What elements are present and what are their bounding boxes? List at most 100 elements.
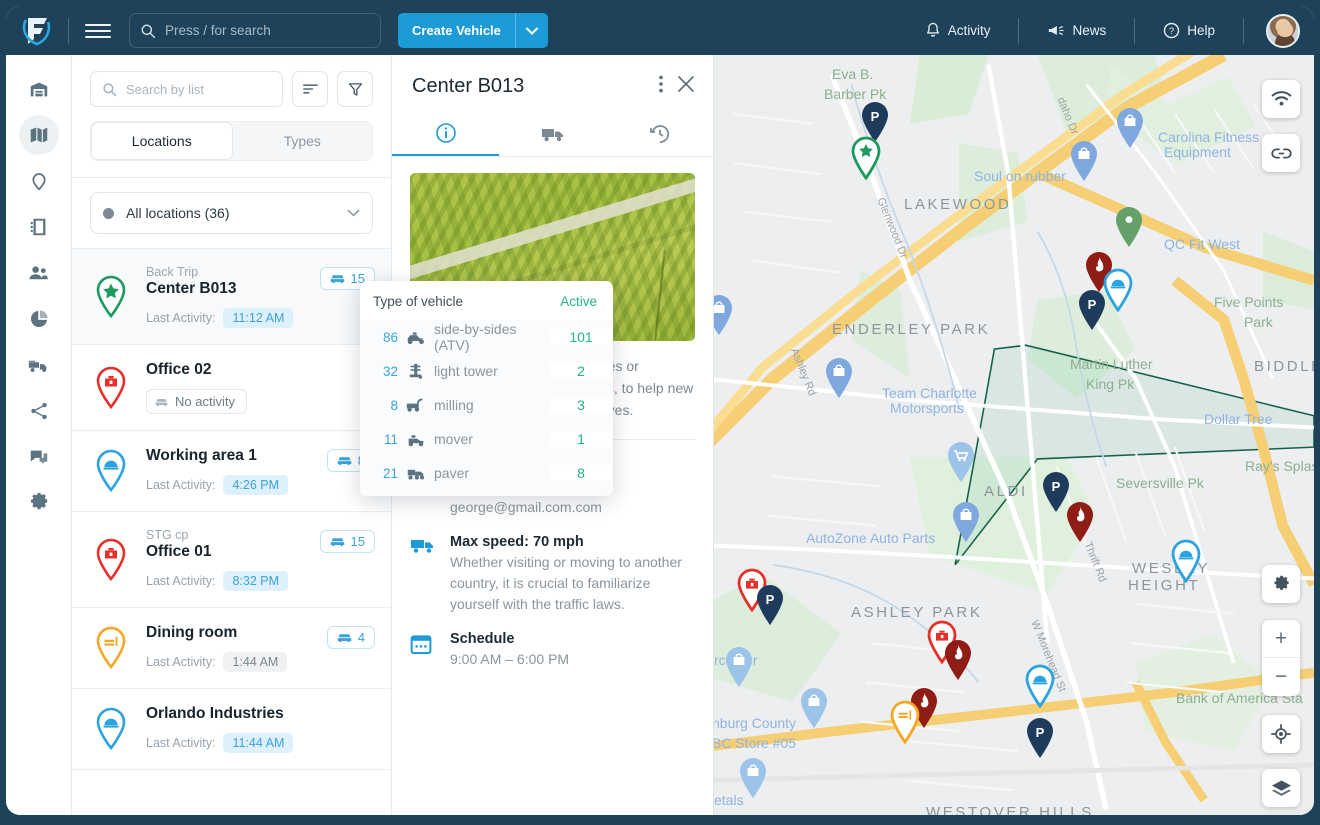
vehicle-count-value: 15 [350, 534, 365, 549]
popup-row[interactable]: 11 mover 1 [360, 422, 613, 456]
list-item[interactable]: Dining room Last Activity: 1:44 AM 4 [72, 608, 391, 689]
map-marker-shop[interactable] [949, 500, 983, 544]
activity-time: 1:44 AM [223, 652, 288, 672]
location-pin-icon [90, 624, 132, 672]
sort-icon [302, 84, 318, 94]
map-marker-shop[interactable] [1067, 139, 1101, 183]
avatar[interactable] [1266, 13, 1300, 48]
zoom-out-label: − [1274, 665, 1288, 688]
map-marker-shop[interactable] [1113, 106, 1147, 150]
help-button[interactable]: ? Help [1147, 22, 1231, 39]
detail-tabs [392, 112, 713, 157]
search-input[interactable]: Search by list [90, 71, 283, 107]
map-marker-helmet[interactable] [1169, 539, 1203, 583]
popup-row[interactable]: 32 light tower 2 [360, 354, 613, 388]
sort-button[interactable] [292, 71, 328, 107]
map-marker-shop[interactable] [722, 645, 756, 689]
tab-history[interactable] [606, 112, 713, 156]
sidebar-item-map[interactable] [18, 115, 59, 155]
all-locations-select[interactable]: All locations (36) [90, 192, 373, 234]
news-button[interactable]: News [1031, 23, 1122, 38]
gear-icon [1274, 575, 1289, 590]
tab-vehicles[interactable] [499, 112, 606, 156]
create-vehicle-button[interactable]: Create Vehicle [398, 13, 548, 48]
sidebar-item-messages[interactable] [19, 437, 59, 477]
paver-icon [398, 466, 434, 481]
list-item-main: Office 02 No activity [146, 361, 375, 414]
list-item[interactable]: Office 02 No activity [72, 345, 391, 431]
sidebar-item-reports[interactable] [19, 299, 59, 339]
sidebar-item-users[interactable] [19, 253, 59, 293]
list-item[interactable]: STG cp Office 01 Last Activity: 8:32 PM … [72, 512, 391, 608]
list-item[interactable]: Working area 1 Last Activity: 4:26 PM 8 [72, 431, 391, 512]
wifi-button[interactable] [1262, 80, 1300, 118]
vehicle-count-badge[interactable]: 15 [319, 530, 375, 553]
global-search-input[interactable]: Press / for search [129, 13, 381, 48]
map-marker-park[interactable] [1112, 205, 1146, 249]
sidebar-item-share[interactable] [19, 391, 59, 431]
zoom-controls[interactable]: + − [1262, 620, 1300, 696]
popup-row-active: 8 [549, 465, 613, 481]
tab-types[interactable]: Types [233, 122, 373, 160]
vehicle-count-value: 4 [357, 630, 365, 645]
list-item[interactable]: Back Trip Center B013 Last Activity: 11:… [72, 249, 391, 345]
wifi-icon [1271, 91, 1291, 106]
popup-row[interactable]: 21 paver 8 [360, 456, 613, 490]
location-pin-icon [90, 705, 132, 753]
link-button[interactable] [1262, 134, 1300, 172]
sidebar-item-warehouse[interactable] [19, 69, 59, 109]
locations-list[interactable]: Back Trip Center B013 Last Activity: 11:… [72, 248, 391, 815]
locate-button[interactable] [1262, 715, 1300, 753]
map-view[interactable]: 85 85 16 27 27 Eva B.Barber PkSoul on ru… [714, 55, 1314, 815]
map-marker-fire[interactable] [941, 638, 975, 682]
map-marker-shop[interactable] [714, 293, 736, 337]
map-marker-parking[interactable]: P [1023, 716, 1057, 760]
map-marker-cart[interactable] [944, 440, 978, 484]
sidebar-item-settings[interactable] [19, 483, 59, 523]
activity-button[interactable]: Activity [909, 22, 1007, 39]
page-title: Center B013 [412, 75, 525, 97]
search-row: Search by list [90, 71, 373, 107]
close-icon[interactable] [677, 75, 695, 93]
pie-chart-icon [30, 310, 48, 328]
svg-text:P: P [1052, 479, 1061, 494]
map-marker-shop[interactable] [736, 756, 770, 800]
kebab-menu-icon[interactable] [659, 75, 663, 93]
sidebar-item-contacts[interactable] [19, 207, 59, 247]
vehicle-type-popup[interactable]: Type of vehicle Active 86 side-by-sides … [360, 281, 613, 496]
map-marker-fire[interactable] [1063, 500, 1097, 544]
app-frame: Press / for search Create Vehicle Activi… [6, 6, 1314, 815]
sidebar-item-locations[interactable] [19, 161, 59, 201]
map-marker-helmet[interactable] [1023, 664, 1057, 708]
map-marker-parking[interactable]: P [1075, 288, 1109, 332]
zoom-in-button[interactable]: + [1262, 620, 1300, 658]
popup-row[interactable]: 86 side-by-sides (ATV) 101 [360, 320, 613, 354]
map-marker-food[interactable] [888, 700, 922, 744]
tab-info[interactable] [392, 112, 499, 156]
popup-row[interactable]: 8 milling 3 [360, 388, 613, 422]
list-item[interactable]: Orlando Industries Last Activity: 11:44 … [72, 689, 391, 770]
map-settings-button[interactable] [1262, 565, 1300, 603]
map-marker-star[interactable] [849, 136, 883, 180]
max-speed-text: Whether visiting or moving to another co… [450, 554, 682, 612]
map-marker-parking[interactable]: P [753, 583, 787, 627]
tab-locations[interactable]: Locations [91, 122, 233, 160]
no-activity-label: No activity [175, 394, 235, 409]
location-pin-icon [90, 447, 132, 495]
map-marker-shop[interactable] [797, 686, 831, 730]
contact-email[interactable]: george@gmail.com.com [450, 497, 695, 518]
sidebar-item-vehicles[interactable] [19, 345, 59, 385]
zoom-out-button[interactable]: − [1262, 658, 1300, 696]
svg-text:P: P [1088, 297, 1097, 312]
brand-logo[interactable] [18, 12, 56, 50]
search-icon [141, 24, 156, 38]
filter-button[interactable] [337, 71, 373, 107]
car-icon [337, 457, 352, 466]
chevron-down-icon[interactable] [516, 27, 548, 35]
vehicle-count-badge[interactable]: 4 [326, 626, 375, 649]
list-item-title: Office 02 [146, 361, 212, 378]
map-marker-shop[interactable] [822, 356, 856, 400]
hamburger-icon[interactable] [85, 18, 111, 44]
list-item-activity: Last Activity: 1:44 AM [146, 652, 375, 672]
layers-button[interactable] [1262, 769, 1300, 807]
